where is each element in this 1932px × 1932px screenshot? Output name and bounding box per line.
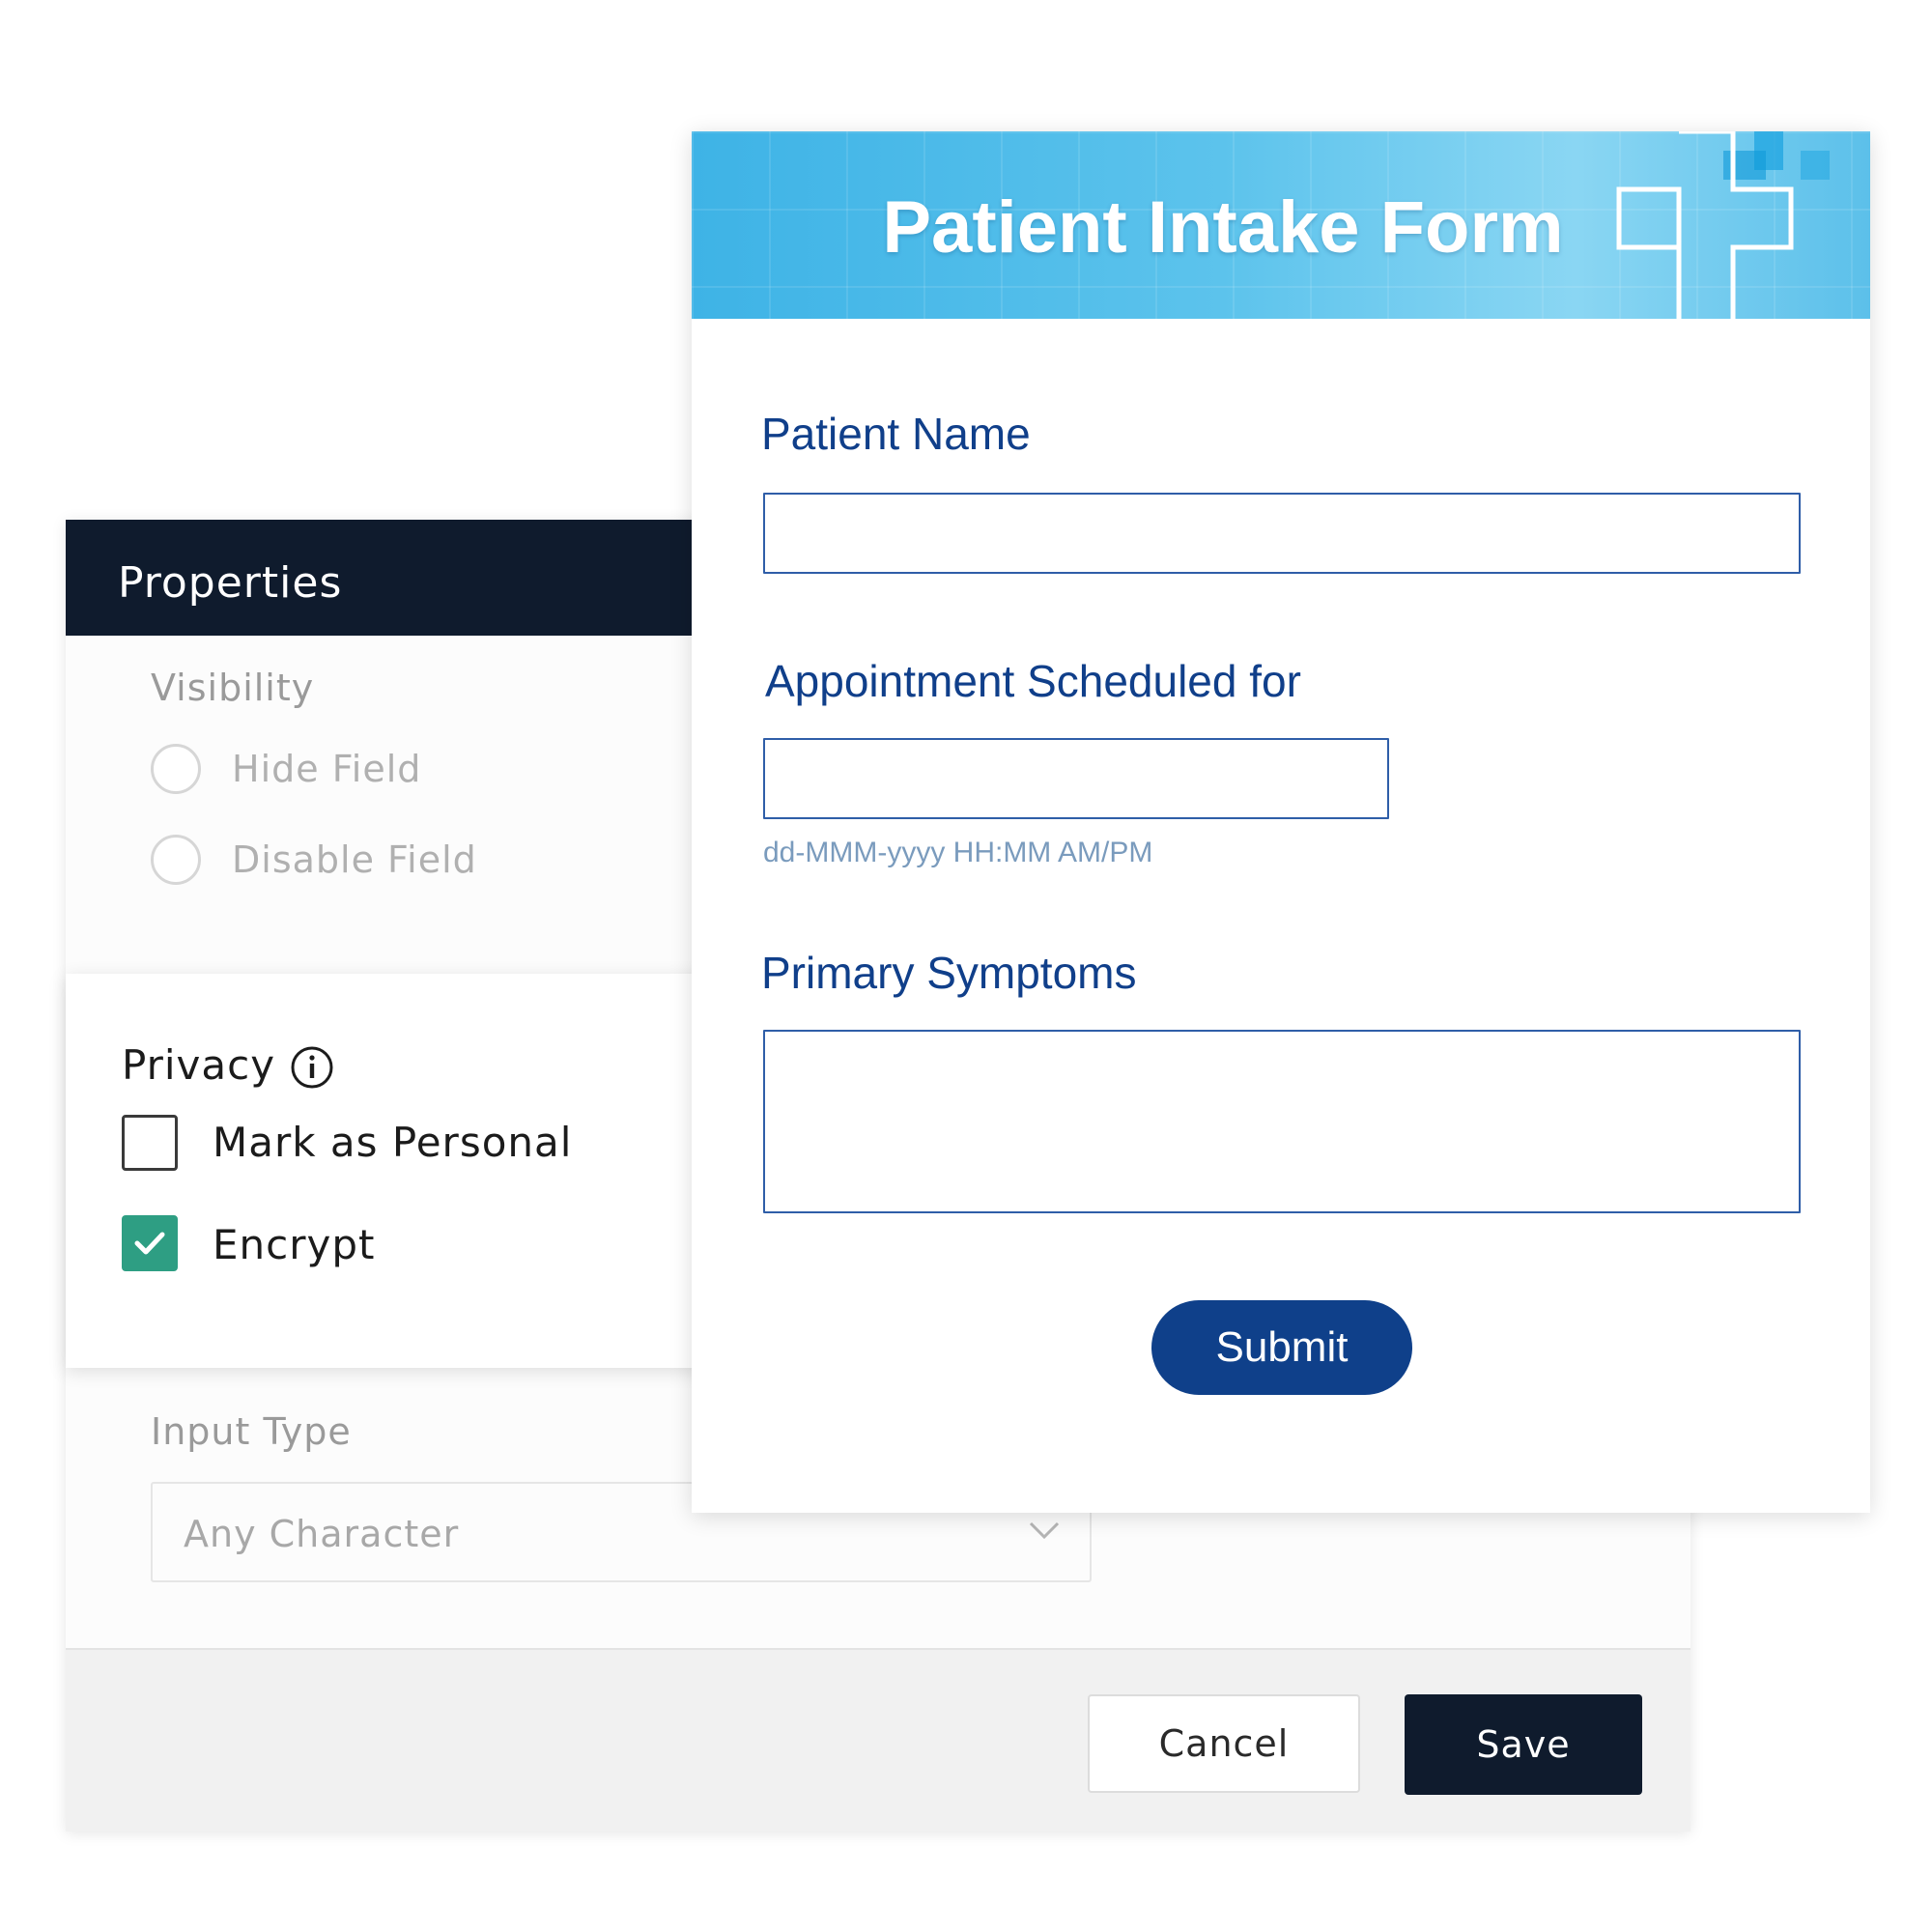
mark-as-personal-checkbox[interactable] <box>122 1115 178 1171</box>
disable-field-label: Disable Field <box>232 838 477 881</box>
mark-as-personal-label: Mark as Personal <box>213 1119 573 1166</box>
properties-footer: Cancel Save <box>66 1648 1690 1832</box>
cancel-button[interactable]: Cancel <box>1088 1694 1360 1793</box>
form-title: Patient Intake Form <box>882 186 1564 269</box>
hide-field-radio[interactable] <box>151 744 201 794</box>
patient-intake-form: Patient Intake Form Patient Name Appoint… <box>692 131 1870 1513</box>
appointment-format-hint: dd-MMM-yyyy HH:MM AM/PM <box>763 837 1153 868</box>
chevron-down-icon <box>1029 1521 1060 1540</box>
visibility-label: Visibility <box>151 667 315 709</box>
form-banner: Patient Intake Form <box>692 131 1870 319</box>
input-type-value: Any Character <box>184 1513 460 1555</box>
primary-symptoms-label: Primary Symptoms <box>761 948 1137 998</box>
properties-title: Properties <box>118 558 343 608</box>
input-type-label: Input Type <box>151 1410 352 1453</box>
submit-button[interactable]: Submit <box>1151 1300 1412 1395</box>
appointment-datetime-input[interactable] <box>763 738 1389 819</box>
privacy-label: Privacy <box>122 1041 276 1089</box>
checkmark-icon <box>134 1232 165 1255</box>
privacy-section: Privacy Mark as Personal Encrypt <box>66 974 800 1368</box>
save-button[interactable]: Save <box>1405 1694 1642 1795</box>
primary-symptoms-textarea[interactable] <box>763 1030 1801 1213</box>
appointment-label: Appointment Scheduled for <box>765 656 1301 706</box>
hide-field-label: Hide Field <box>232 748 422 790</box>
info-icon[interactable] <box>290 1045 334 1090</box>
disable-field-radio[interactable] <box>151 835 201 885</box>
patient-name-label: Patient Name <box>761 409 1031 459</box>
patient-name-input[interactable] <box>763 493 1801 574</box>
encrypt-label: Encrypt <box>213 1221 376 1268</box>
encrypt-checkbox[interactable] <box>122 1215 178 1271</box>
